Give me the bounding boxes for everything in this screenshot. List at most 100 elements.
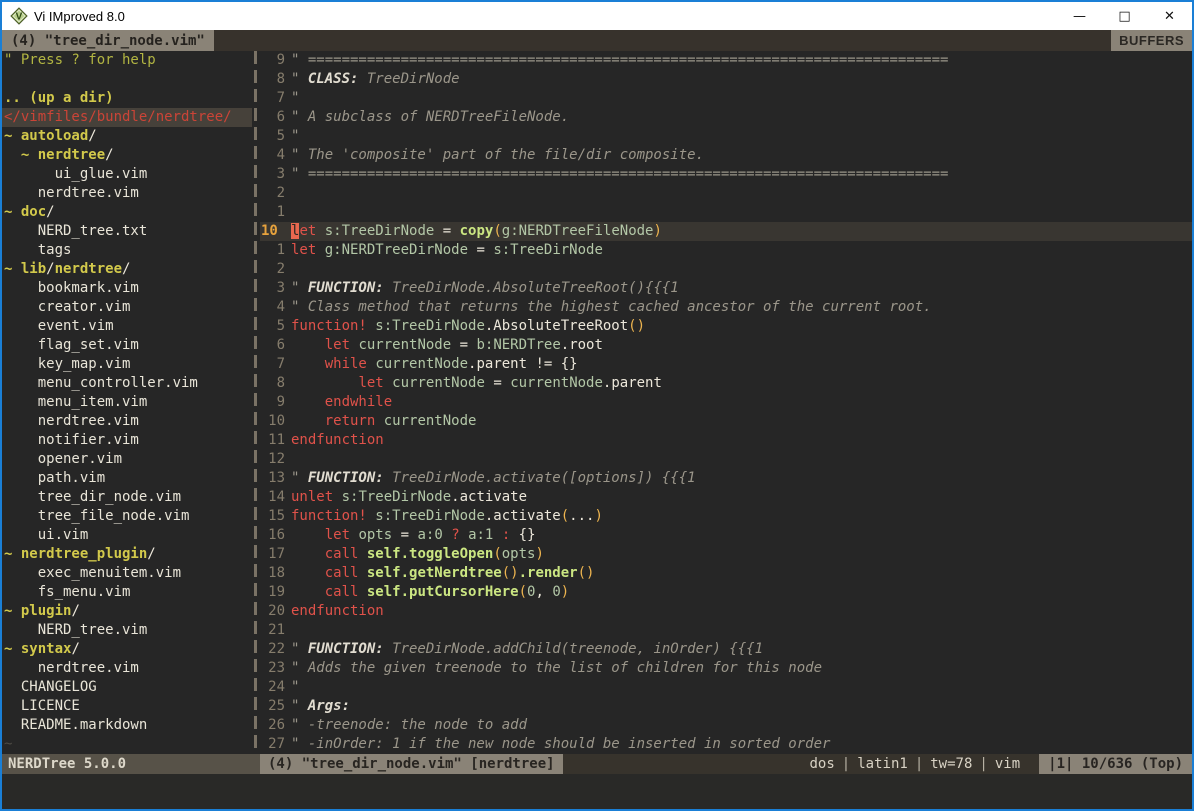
status-bar: NERDTree 5.0.0 (4) "tree_dir_node.vim" [… <box>2 754 1192 774</box>
code-line[interactable]: 10 return currentNode <box>260 412 1192 431</box>
code-line[interactable]: 19 call self.putCursorHere(0, 0) <box>260 583 1192 602</box>
tree-item[interactable]: menu_controller.vim <box>2 374 252 393</box>
code-line[interactable]: 27" -inOrder: 1 if the new node should b… <box>260 735 1192 754</box>
tree-item[interactable]: opener.vim <box>2 450 252 469</box>
tree-item[interactable]: ~ autoload/ <box>2 127 252 146</box>
token: syntax <box>21 640 72 659</box>
token: " -treenode: the node to add <box>291 717 527 733</box>
code-line[interactable]: 11endfunction <box>260 431 1192 450</box>
code-line[interactable]: 5" <box>260 127 1192 146</box>
token: ~ <box>4 127 21 146</box>
code-line[interactable]: 1let g:NERDTreeDirNode = s:TreeDirNode <box>260 241 1192 260</box>
tree-item[interactable]: CHANGELOG <box>2 678 252 697</box>
code-line[interactable]: 2 <box>260 184 1192 203</box>
code-editor[interactable]: 9" =====================================… <box>260 51 1192 754</box>
tree-item[interactable]: flag_set.vim <box>2 336 252 355</box>
nerdtree-sidebar[interactable]: " Press ? for help .. (up a dir)</vimfile… <box>2 51 252 754</box>
code-line[interactable]: 7 while currentNode.parent != {} <box>260 355 1192 374</box>
code-line[interactable]: 10let s:TreeDirNode = copy(g:NERDTreeFil… <box>260 222 1192 241</box>
token: " ======================================… <box>291 52 948 68</box>
tree-item[interactable]: ~ syntax/ <box>2 640 252 659</box>
tree-item[interactable]: tree_dir_node.vim <box>2 488 252 507</box>
tree-item[interactable]: README.markdown <box>2 716 252 735</box>
tree-item[interactable]: LICENCE <box>2 697 252 716</box>
code-line[interactable]: 9 endwhile <box>260 393 1192 412</box>
tree-item[interactable]: ~ <box>2 735 252 754</box>
code-line[interactable]: 13" FUNCTION: TreeDirNode.activate([opti… <box>260 469 1192 488</box>
tab-active[interactable]: (4) "tree_dir_node.vim" <box>2 30 214 51</box>
code-line[interactable]: 21 <box>260 621 1192 640</box>
code-line[interactable]: 12 <box>260 450 1192 469</box>
tree-item[interactable]: tags <box>2 241 252 260</box>
tree-item[interactable]: NERD_tree.vim <box>2 621 252 640</box>
statusline-filetype: vim <box>988 756 1027 772</box>
tree-item[interactable]: ~ lib/nerdtree/ <box>2 260 252 279</box>
tree-item[interactable]: nerdtree.vim <box>2 659 252 678</box>
tree-item[interactable]: nerdtree.vim <box>2 184 252 203</box>
tree-item[interactable]: creator.vim <box>2 298 252 317</box>
code-line[interactable]: 7" <box>260 89 1192 108</box>
code-line[interactable]: 23" Adds the given treenode to the list … <box>260 659 1192 678</box>
code-line[interactable]: 1 <box>260 203 1192 222</box>
tree-item[interactable]: path.vim <box>2 469 252 488</box>
code-line[interactable]: 8 let currentNode = currentNode.parent <box>260 374 1192 393</box>
code-line[interactable]: 26" -treenode: the node to add <box>260 716 1192 735</box>
tree-item[interactable]: bookmark.vim <box>2 279 252 298</box>
code-line[interactable]: 9" =====================================… <box>260 51 1192 70</box>
code-line[interactable]: 6" A subclass of NERDTreeFileNode. <box>260 108 1192 127</box>
code-line[interactable]: 4" The 'composite' part of the file/dir … <box>260 146 1192 165</box>
tree-item[interactable]: .. (up a dir) <box>2 89 252 108</box>
token: " <box>291 280 308 296</box>
tree-item[interactable]: ui.vim <box>2 526 252 545</box>
statusline-info: dos | latin1 | tw=78 | vim <box>803 754 1028 774</box>
code-line[interactable]: 20endfunction <box>260 602 1192 621</box>
tree-item[interactable]: fs_menu.vim <box>2 583 252 602</box>
tree-item[interactable]: NERD_tree.txt <box>2 222 252 241</box>
code-line[interactable]: 16 let opts = a:0 ? a:1 : {} <box>260 526 1192 545</box>
tree-item[interactable]: notifier.vim <box>2 431 252 450</box>
code-line[interactable]: 3" =====================================… <box>260 165 1192 184</box>
tree-item[interactable]: ui_glue.vim <box>2 165 252 184</box>
tree-item[interactable]: menu_item.vim <box>2 393 252 412</box>
token: / <box>147 545 155 564</box>
code-line[interactable]: 8" CLASS: TreeDirNode <box>260 70 1192 89</box>
minimize-button[interactable]: — <box>1057 2 1102 30</box>
line-number: 2 <box>260 260 285 279</box>
code-line[interactable]: 24" <box>260 678 1192 697</box>
code-line[interactable]: 6 let currentNode = b:NERDTree.root <box>260 336 1192 355</box>
tree-item[interactable]: " Press ? for help <box>2 51 252 70</box>
token: " <box>291 128 299 144</box>
token: menu_item.vim <box>4 393 147 412</box>
close-button[interactable]: ✕ <box>1147 2 1192 30</box>
line-number: 1 <box>260 241 285 260</box>
token: ( <box>493 223 501 239</box>
code-line[interactable]: 5function! s:TreeDirNode.AbsoluteTreeRoo… <box>260 317 1192 336</box>
tree-item[interactable]: ~ nerdtree_plugin/ <box>2 545 252 564</box>
code-line[interactable]: 15function! s:TreeDirNode.activate(...) <box>260 507 1192 526</box>
code-line[interactable]: 3" FUNCTION: TreeDirNode.AbsoluteTreeRoo… <box>260 279 1192 298</box>
code-line[interactable]: 14unlet s:TreeDirNode.activate <box>260 488 1192 507</box>
token: " <box>291 90 299 106</box>
tree-item[interactable]: ~ plugin/ <box>2 602 252 621</box>
tree-item[interactable]: key_map.vim <box>2 355 252 374</box>
code-line[interactable]: 22" FUNCTION: TreeDirNode.addChild(treen… <box>260 640 1192 659</box>
tree-item[interactable]: exec_menuitem.vim <box>2 564 252 583</box>
token: = <box>451 337 476 353</box>
tree-item[interactable]: </vimfiles/bundle/nerdtree/ <box>2 108 252 127</box>
tree-item[interactable]: ~ doc/ <box>2 203 252 222</box>
code-text: " Class method that returns the highest … <box>291 298 932 317</box>
code-line[interactable]: 17 call self.toggleOpen(opts) <box>260 545 1192 564</box>
tree-item[interactable]: tree_file_node.vim <box>2 507 252 526</box>
tree-item[interactable]: event.vim <box>2 317 252 336</box>
code-line[interactable]: 4" Class method that returns the highest… <box>260 298 1192 317</box>
tree-item[interactable]: ~ nerdtree/ <box>2 146 252 165</box>
token: s:TreeDirNode <box>375 318 485 334</box>
code-line[interactable]: 18 call self.getNerdtree().render() <box>260 564 1192 583</box>
window-separator[interactable] <box>252 51 260 754</box>
code-line[interactable]: 25" Args: <box>260 697 1192 716</box>
token: / <box>46 260 54 279</box>
maximize-button[interactable]: □ <box>1102 2 1147 30</box>
line-number: 7 <box>260 355 285 374</box>
tree-item[interactable]: nerdtree.vim <box>2 412 252 431</box>
code-line[interactable]: 2 <box>260 260 1192 279</box>
